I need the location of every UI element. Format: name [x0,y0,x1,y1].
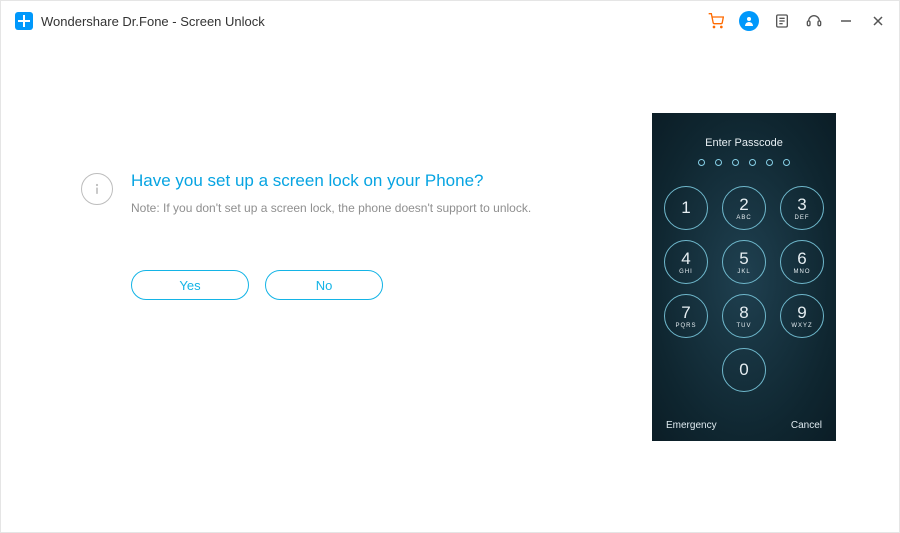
yes-button[interactable]: Yes [131,270,249,300]
passcode-dot [732,159,739,166]
passcode-dot [749,159,756,166]
passcode-dot [698,159,705,166]
keypad-key-0: 0 [722,348,766,392]
info-row: Have you set up a screen lock on your Ph… [81,171,559,215]
keypad-key-5: 5JKL [722,240,766,284]
keypad: 1 2ABC 3DEF 4GHI 5JKL 6MNO 7PQRS 8TUV 9W… [652,166,836,392]
phone-bottom-row: Emergency Cancel [652,420,836,431]
keypad-key-6: 6MNO [780,240,824,284]
keypad-key-8: 8TUV [722,294,766,338]
close-button[interactable] [869,12,887,30]
cancel-label: Cancel [791,420,822,431]
app-logo-icon [15,12,33,30]
titlebar: Wondershare Dr.Fone - Screen Unlock [1,1,899,41]
keypad-key-4: 4GHI [664,240,708,284]
button-row: Yes No [131,270,559,300]
enter-passcode-label: Enter Passcode [652,113,836,149]
app-title: Wondershare Dr.Fone - Screen Unlock [41,14,265,29]
cart-icon[interactable] [707,12,725,30]
keypad-key-1: 1 [664,186,708,230]
note-text: Note: If you don't set up a screen lock,… [131,201,531,215]
support-icon[interactable] [805,12,823,30]
passcode-dot [766,159,773,166]
left-pane: Have you set up a screen lock on your Ph… [1,41,589,532]
minimize-button[interactable] [837,12,855,30]
keypad-key-2: 2ABC [722,186,766,230]
titlebar-right [707,11,887,31]
keypad-key-7: 7PQRS [664,294,708,338]
user-icon[interactable] [739,11,759,31]
keypad-key-9: 9WXYZ [780,294,824,338]
info-text: Have you set up a screen lock on your Ph… [131,171,531,215]
passcode-dot [715,159,722,166]
phone-preview: Enter Passcode 1 2ABC 3DEF 4GHI 5JKL 6MN… [652,113,836,441]
right-pane: Enter Passcode 1 2ABC 3DEF 4GHI 5JKL 6MN… [589,41,899,532]
info-icon [81,173,113,205]
content: Have you set up a screen lock on your Ph… [1,41,899,532]
emergency-label: Emergency [666,420,717,431]
keypad-key-3: 3DEF [780,186,824,230]
passcode-dots [652,149,836,166]
feedback-icon[interactable] [773,12,791,30]
no-button[interactable]: No [265,270,383,300]
headline: Have you set up a screen lock on your Ph… [131,171,531,191]
passcode-dot [783,159,790,166]
